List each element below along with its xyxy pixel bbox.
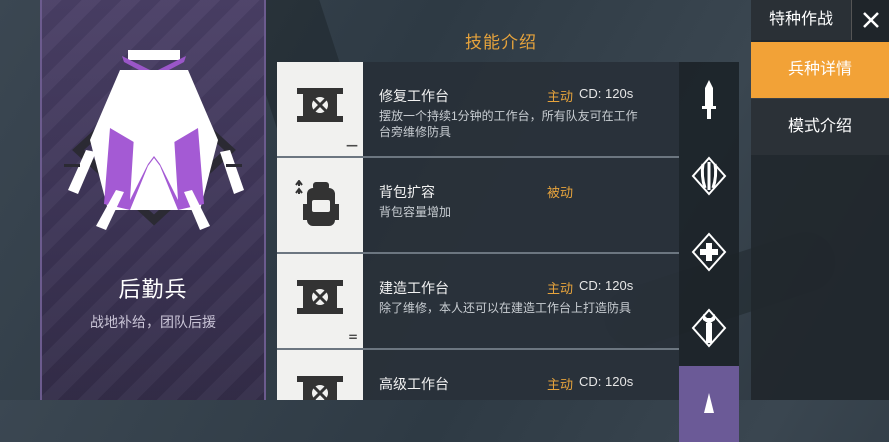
class-description: 战地补给，团队后援 bbox=[90, 314, 216, 330]
backpack-icon bbox=[295, 180, 339, 226]
repair-workbench-icon bbox=[297, 88, 343, 122]
menu-item-mode-intro[interactable]: 模式介绍 bbox=[751, 98, 889, 155]
skill-row[interactable]: = 建造工作台 主动 CD: 120s 除了维修，本人还可以在建造工作台上打造防… bbox=[277, 254, 679, 350]
rail-item-plus[interactable] bbox=[679, 214, 739, 290]
advanced-workbench-icon bbox=[297, 376, 343, 400]
skill-description: 摆放一个持续1分钟的工作台，所有队友可在工作台旁维修防具 bbox=[379, 109, 638, 139]
menu-item-class-details[interactable]: 兵种详情 bbox=[751, 42, 889, 98]
skill-name: 高级工作台 bbox=[379, 376, 449, 392]
support-class-emblem bbox=[64, 50, 244, 230]
skill-icon-box bbox=[277, 350, 363, 400]
skill-type: 主动 bbox=[547, 89, 574, 104]
rail-item-dagger[interactable] bbox=[679, 62, 739, 138]
skill-list[interactable]: — 修复工作台 主动 CD: 120s 摆放一个持续1分钟的工作台，所有队友可在… bbox=[277, 62, 679, 400]
plus-icon bbox=[691, 232, 727, 272]
skill-description: 背包容量增加 bbox=[379, 205, 452, 219]
skill-row[interactable]: 高级工作台 主动 CD: 120s bbox=[277, 350, 679, 400]
rail-item-wrench[interactable] bbox=[679, 290, 739, 366]
skill-name: 修复工作台 bbox=[379, 88, 449, 104]
skill-icon-box bbox=[277, 158, 363, 252]
skill-cooldown: CD: 120s bbox=[579, 86, 634, 101]
skill-icon-box: — bbox=[277, 62, 363, 156]
skill-name: 建造工作台 bbox=[379, 280, 449, 296]
skill-type: 主动 bbox=[547, 377, 574, 392]
skill-type: 被动 bbox=[547, 185, 574, 200]
skill-level-mark: = bbox=[347, 330, 358, 344]
rail-item-claw[interactable] bbox=[679, 138, 739, 214]
skill-description: 除了维修，本人还可以在建造工作台上打造防具 bbox=[379, 301, 632, 315]
support-class-icon bbox=[704, 393, 714, 413]
skill-level-mark: — bbox=[346, 138, 358, 152]
dagger-icon bbox=[702, 80, 716, 119]
skill-name: 背包扩容 bbox=[379, 184, 435, 200]
build-workbench-icon bbox=[297, 280, 343, 314]
close-icon bbox=[863, 12, 879, 28]
class-hero-panel: 后勤兵 战地补给，团队后援 bbox=[40, 0, 266, 400]
rail-item-support[interactable] bbox=[679, 366, 739, 442]
mode-title: 特种作战 bbox=[751, 0, 851, 40]
class-icon-rail bbox=[679, 62, 739, 442]
section-title: 技能介绍 bbox=[465, 33, 537, 52]
skill-cooldown: CD: 120s bbox=[579, 374, 634, 389]
skill-row[interactable]: 背包扩容 被动 背包容量增加 bbox=[277, 158, 679, 254]
close-button[interactable] bbox=[851, 0, 889, 40]
skill-type: 主动 bbox=[547, 281, 574, 296]
skill-icon-box: = bbox=[277, 254, 363, 348]
skill-cooldown: CD: 120s bbox=[579, 278, 634, 293]
wrench-icon bbox=[691, 308, 727, 348]
skill-row[interactable]: — 修复工作台 主动 CD: 120s 摆放一个持续1分钟的工作台，所有队友可在… bbox=[277, 62, 679, 158]
claw-icon bbox=[691, 156, 727, 196]
class-name: 后勤兵 bbox=[118, 277, 188, 302]
